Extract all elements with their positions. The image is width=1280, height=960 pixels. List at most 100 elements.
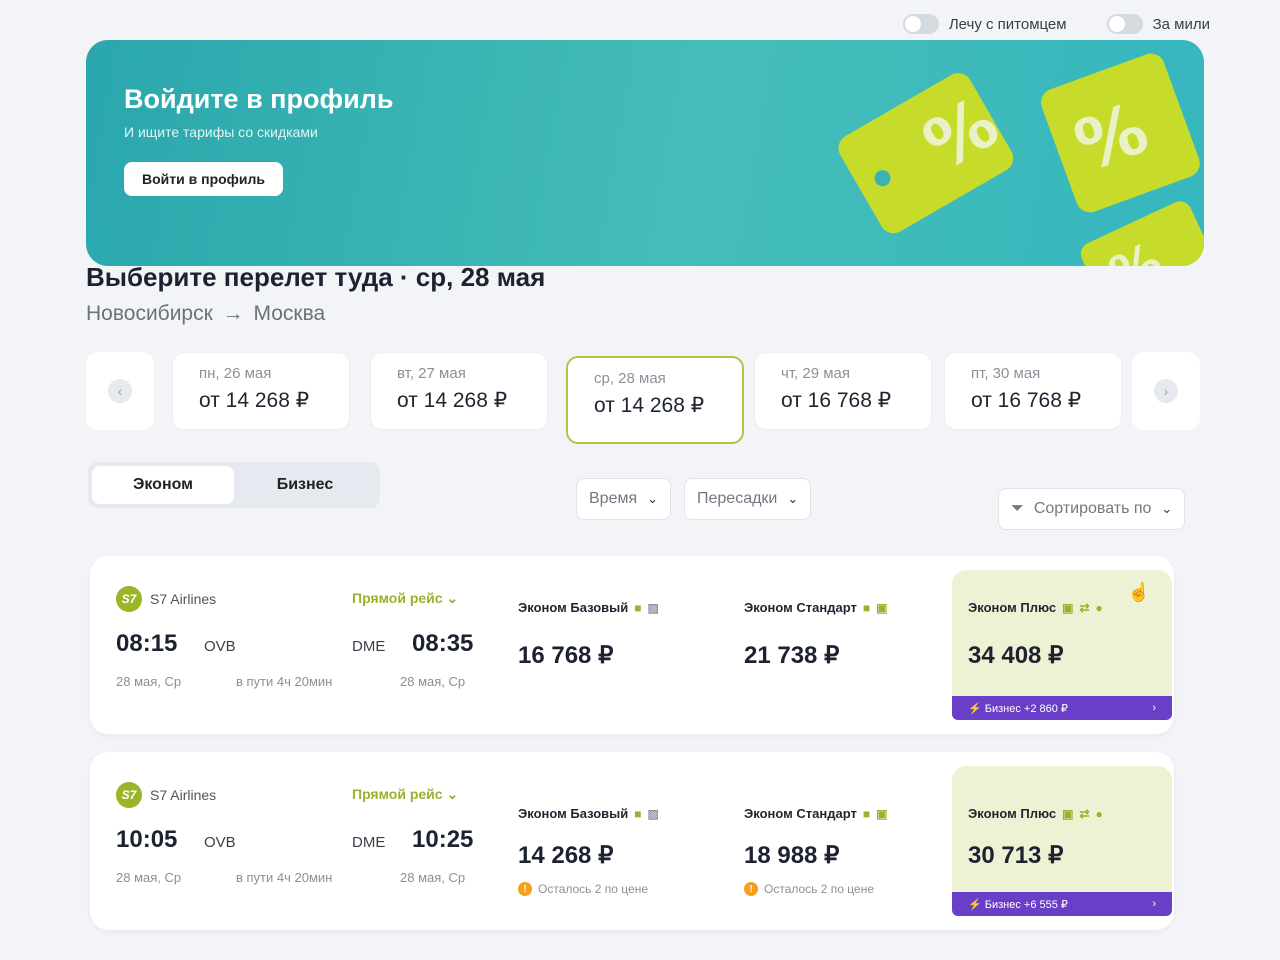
fare-name-label: Эконом Базовый	[518, 806, 629, 821]
miles-toggle[interactable]	[1106, 14, 1143, 34]
fare-note: ! Осталось 2 по цене	[744, 882, 932, 896]
date-price: от 16 768 ₽	[781, 389, 892, 412]
filter-icon: ⏷	[1011, 500, 1024, 517]
fare-price: 21 738 ₽	[744, 642, 840, 669]
route-from: Новосибирск	[86, 302, 213, 325]
date-label: пт, 30 мая	[971, 365, 1041, 382]
fare-price: 18 988 ₽	[744, 842, 840, 869]
chevron-right-icon: ›	[1152, 898, 1156, 910]
sort-dropdown[interactable]: ⏷ Сортировать по ⌄	[998, 488, 1186, 530]
flight-card[interactable]: S7 S7 Airlines Прямой рейс ⌄ 10:05 OVB D…	[90, 752, 1174, 930]
date-label: вт, 27 мая	[397, 365, 466, 382]
luggage-icon: ▣	[1062, 806, 1074, 821]
fare-economy-plus[interactable]: Эконом Плюс ▣ ⇄ ● 30 713 ₽ ⚡ Бизнес +6 5…	[952, 766, 1172, 916]
pet-toggle-wrap[interactable]: Лечу с питомцем	[902, 14, 1067, 34]
luggage-icon: ▣	[1062, 600, 1074, 615]
chevron-right-icon: ›	[1154, 379, 1178, 403]
departure-time: 08:15	[116, 630, 178, 657]
arrival-airport: DME	[352, 638, 386, 655]
s7-logo-icon: S7	[116, 586, 142, 612]
miles-toggle-wrap[interactable]: За мили	[1106, 14, 1210, 34]
business-upgrade-button[interactable]: ⚡ Бизнес +2 860 ₽ ›	[952, 696, 1172, 720]
prev-dates-button[interactable]: ‹	[86, 352, 154, 430]
chevron-down-icon: ⌄	[446, 786, 459, 802]
direct-flight-label: Прямой рейс	[352, 590, 443, 606]
date-card[interactable]: вт, 27 мая от 14 268 ₽	[370, 352, 548, 430]
chevron-down-icon: ⌄	[1161, 501, 1173, 516]
chevron-left-icon: ‹	[108, 379, 132, 403]
route: Новосибирск → Москва	[86, 302, 325, 326]
airline-name: S7 Airlines	[150, 787, 217, 803]
time-filter[interactable]: Время ⌄	[576, 478, 672, 520]
login-button[interactable]: Войти в профиль	[124, 162, 284, 196]
arrival-date: 28 мая, Ср	[400, 674, 466, 689]
fare-name: Эконом Стандарт ■ ▣	[744, 806, 932, 821]
fare-economy-standard[interactable]: Эконом Стандарт ■ ▣ 18 988 ₽ ! Осталось …	[728, 766, 948, 916]
upgrade-label: Бизнес +6 555 ₽	[984, 898, 1068, 911]
chevron-right-icon: ›	[1152, 702, 1156, 714]
upgrade-label: Бизнес +2 860 ₽	[984, 702, 1068, 715]
date-price: от 14 268 ₽	[397, 389, 508, 412]
lightning-icon: ⚡	[968, 702, 985, 715]
direct-flight-badge[interactable]: Прямой рейс ⌄	[352, 590, 458, 607]
no-luggage-icon: ▨	[647, 806, 659, 821]
fare-price: 14 268 ₽	[518, 842, 614, 869]
date-card-selected[interactable]: ср, 28 мая от 14 268 ₽	[566, 356, 744, 444]
business-upgrade-button[interactable]: ⚡ Бизнес +6 555 ₽ ›	[952, 892, 1172, 916]
transfers-filter-label: Пересадки	[697, 490, 778, 507]
fare-name: Эконом Базовый ■ ▨	[518, 600, 706, 615]
time-filter-label: Время	[589, 490, 638, 507]
arrival-time: 08:35	[412, 630, 474, 657]
airline: S7 S7 Airlines	[116, 782, 216, 808]
fare-name: Эконом Базовый ■ ▨	[518, 806, 706, 821]
luggage-icon: ▣	[876, 806, 888, 821]
flight-card[interactable]: S7 S7 Airlines Прямой рейс ⌄ 08:15 OVB D…	[90, 556, 1174, 734]
sort-label: Сортировать по	[1033, 500, 1152, 517]
duration: в пути 4ч 20мин	[236, 870, 333, 885]
date-label: пн, 26 мая	[199, 365, 272, 382]
bag-icon: ■	[634, 600, 642, 615]
date-card[interactable]: пн, 26 мая от 14 268 ₽	[172, 352, 350, 430]
luggage-icon: ▣	[876, 600, 888, 615]
route-to: Москва	[253, 302, 326, 325]
miles-toggle-label: За мили	[1152, 15, 1210, 33]
fare-economy-plus[interactable]: ☝ Эконом Плюс ▣ ⇄ ● 34 408 ₽ ⚡ Бизнес +2…	[952, 570, 1172, 720]
duration: в пути 4ч 20мин	[236, 674, 333, 689]
date-price: от 16 768 ₽	[971, 389, 1082, 412]
top-toggles: Лечу с питомцем За мили	[902, 14, 1210, 34]
exchange-icon: ⇄	[1079, 806, 1090, 821]
chevron-down-icon: ⌄	[787, 491, 799, 506]
departure-date: 28 мая, Ср	[116, 674, 182, 689]
departure-airport: OVB	[204, 834, 236, 851]
hand-cursor-icon: ☝	[1127, 582, 1150, 602]
seat-icon: ●	[1095, 600, 1103, 615]
bag-icon: ■	[862, 600, 871, 615]
banner-subtitle: И ищите тарифы со скидками	[124, 124, 318, 140]
tab-business[interactable]: Бизнес	[234, 466, 376, 504]
fare-name-label: Эконом Плюс	[968, 600, 1057, 615]
fare-economy-basic[interactable]: Эконом Базовый ■ ▨ 14 268 ₽ ! Осталось 2…	[502, 766, 722, 916]
departure-time: 10:05	[116, 826, 178, 853]
warning-icon: !	[518, 882, 532, 896]
tab-economy[interactable]: Эконом	[92, 466, 234, 504]
seat-icon: ●	[1095, 806, 1103, 821]
bag-icon: ■	[862, 806, 871, 821]
fare-note-label: Осталось 2 по цене	[764, 882, 874, 896]
direct-flight-badge[interactable]: Прямой рейс ⌄	[352, 786, 458, 803]
date-card[interactable]: чт, 29 мая от 16 768 ₽	[754, 352, 932, 430]
bag-icon: ■	[634, 806, 642, 821]
fare-price: 34 408 ₽	[968, 642, 1064, 669]
fare-economy-standard[interactable]: Эконом Стандарт ■ ▣ 21 738 ₽	[728, 570, 948, 720]
exchange-icon: ⇄	[1079, 600, 1090, 615]
fare-economy-basic[interactable]: Эконом Базовый ■ ▨ 16 768 ₽	[502, 570, 722, 720]
discount-tags-illustration: % % %	[838, 53, 1204, 266]
next-dates-button[interactable]: ›	[1132, 352, 1200, 430]
fare-note: ! Осталось 2 по цене	[518, 882, 706, 896]
transfers-filter[interactable]: Пересадки ⌄	[684, 478, 812, 520]
pet-toggle[interactable]	[902, 14, 939, 34]
fare-note-label: Осталось 2 по цене	[538, 882, 648, 896]
date-card[interactable]: пт, 30 мая от 16 768 ₽	[944, 352, 1122, 430]
fare-name-label: Эконом Плюс	[968, 806, 1057, 821]
departure-date: 28 мая, Ср	[116, 870, 182, 885]
departure-airport: OVB	[204, 638, 236, 655]
